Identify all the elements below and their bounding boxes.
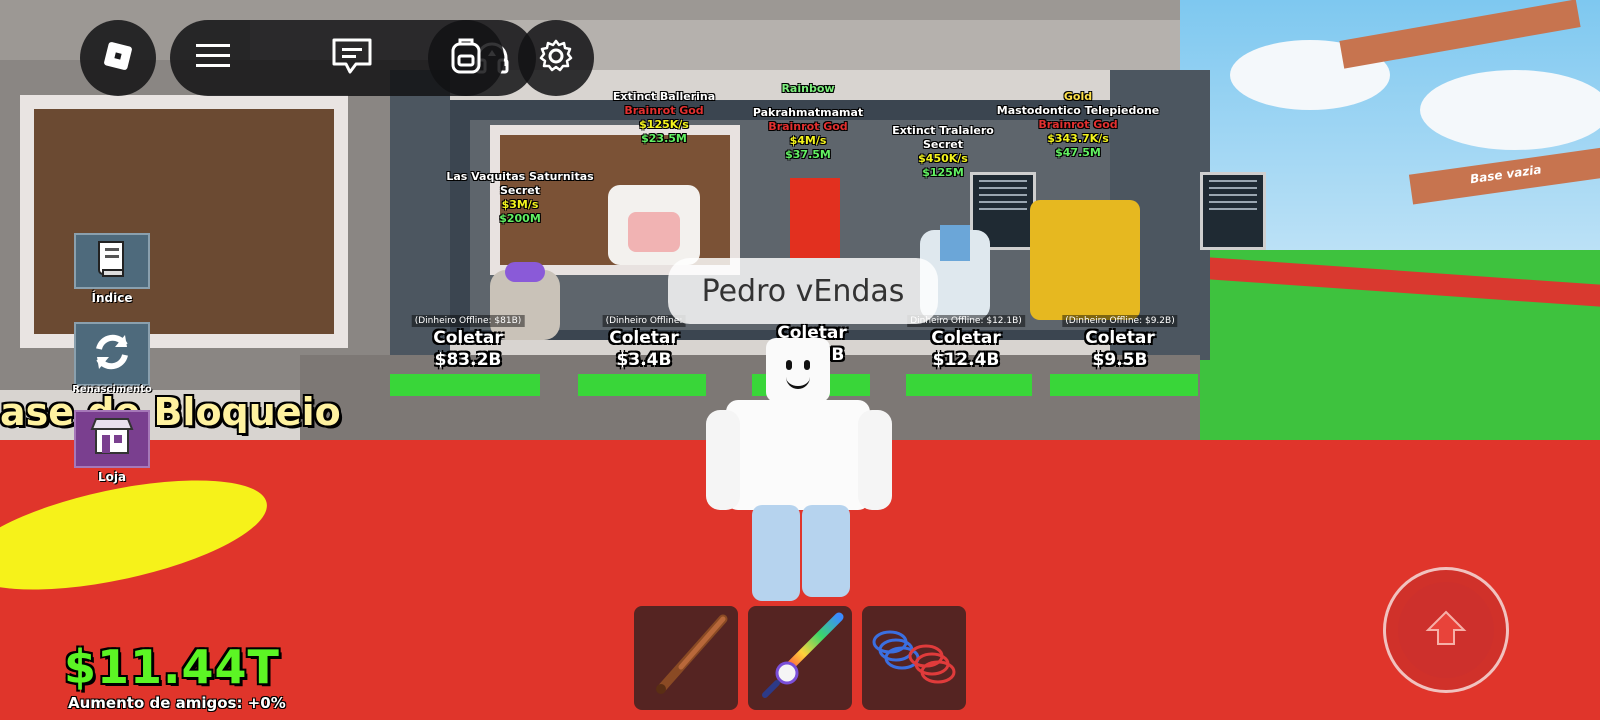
index-button[interactable]: Índice xyxy=(74,233,150,309)
collect-pad[interactable] xyxy=(578,374,706,396)
brainrot-figure-mastodontico[interactable] xyxy=(1030,200,1140,320)
hotbar-slot-2[interactable] xyxy=(748,606,852,710)
spring-coil-icon xyxy=(866,616,962,700)
side-btn-bg xyxy=(74,233,150,289)
player-nameplate: Pedro vEndas xyxy=(668,258,938,324)
brainrot-tag: Extinct Ballerina Brainrot God $125K/s $… xyxy=(612,90,716,145)
book-icon xyxy=(95,238,129,284)
rebirth-label: Renascimento xyxy=(72,384,152,395)
brainrot-tag: Rainbow Pakrahmatmamat Brainrot God $4M/… xyxy=(752,82,864,161)
gear-icon xyxy=(538,38,574,78)
player-head[interactable] xyxy=(766,338,830,402)
shop-button[interactable]: Loja xyxy=(74,410,150,486)
brainrot-tag: Extinct Tralalero Secret $450K/s $125M xyxy=(892,124,994,179)
chat-icon[interactable] xyxy=(330,36,374,80)
side-btn-bg xyxy=(74,410,150,468)
rebirth-button[interactable]: Renascimento xyxy=(72,322,152,398)
player-arm-right xyxy=(858,410,892,510)
settings-button[interactable] xyxy=(518,20,594,96)
jump-inner xyxy=(1398,582,1494,678)
collector[interactable]: (Dinheiro Offline: Coletar $3.4B xyxy=(602,308,686,371)
player-torso xyxy=(726,400,870,510)
player-leg-left xyxy=(752,505,800,601)
collector[interactable]: (Dinheiro Offline: $9.2B) Coletar $9.5B xyxy=(1062,308,1178,371)
jump-button[interactable] xyxy=(1383,567,1509,693)
shop-label: Loja xyxy=(97,470,127,484)
player-leg-right xyxy=(802,505,850,597)
friends-boost: Aumento de amigos: +0% xyxy=(68,694,286,712)
brainrot-horns xyxy=(505,262,545,282)
index-label: Índice xyxy=(91,291,133,305)
brainrot-face xyxy=(628,212,680,252)
player-arm-left xyxy=(706,410,740,510)
arrow-up-icon xyxy=(1424,608,1468,652)
collector[interactable]: (Dinheiro Offline: $81B) Coletar $83.2B xyxy=(411,308,525,371)
hotbar-slot-1[interactable] xyxy=(634,606,738,710)
backpack-button[interactable] xyxy=(428,20,504,96)
backpack-icon xyxy=(448,36,484,80)
shop-icon xyxy=(88,415,136,463)
brainrot-tag: Las Vaquitas Saturnitas Secret $3M/s $20… xyxy=(446,170,594,225)
roblox-logo-icon xyxy=(98,36,138,80)
collect-pad[interactable] xyxy=(1050,374,1198,396)
info-board xyxy=(1200,172,1266,250)
left-window xyxy=(20,95,348,348)
refresh-icon xyxy=(89,329,135,379)
brainrot-shark-head xyxy=(940,225,970,261)
brainrot-tag: Gold Mastodontico Telepiedone Brainrot G… xyxy=(996,90,1160,159)
hamburger-menu-icon[interactable] xyxy=(194,41,232,75)
collect-pad[interactable] xyxy=(906,374,1032,396)
money-counter: $11.44T xyxy=(64,640,280,694)
bat-icon xyxy=(641,611,731,705)
brainrot-figure-pakrahmatmamat[interactable] xyxy=(790,178,840,258)
base-title: ase de Bloqueio xyxy=(0,390,341,434)
collect-pad[interactable] xyxy=(390,374,540,396)
hotbar-slot-3[interactable] xyxy=(862,606,966,710)
roblox-menu-button[interactable] xyxy=(80,20,156,96)
cloud xyxy=(1420,70,1600,150)
side-btn-bg xyxy=(74,322,150,386)
unicorn-sword-icon xyxy=(755,611,845,705)
